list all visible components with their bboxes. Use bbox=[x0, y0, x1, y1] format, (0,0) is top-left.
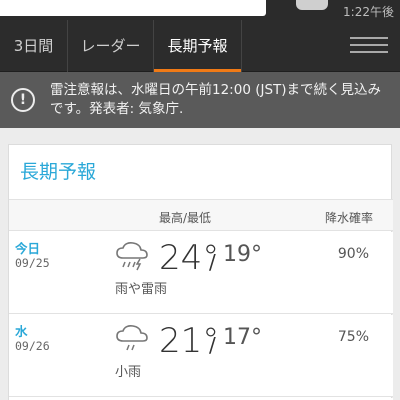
temp-divider: / bbox=[209, 333, 216, 357]
thunder-rain-icon bbox=[116, 242, 148, 271]
tab-radar[interactable]: レーダー bbox=[68, 20, 154, 72]
temp-low: 19° bbox=[223, 242, 262, 267]
day-label: 水 bbox=[15, 324, 28, 339]
forecast-header-row: 最高/最低 降水確率 bbox=[9, 199, 393, 231]
search-field[interactable] bbox=[0, 0, 266, 16]
weather-alert-banner[interactable]: ! 雷注意報は、水曜日の午前12:00 (JST)まで続く見込みです。発表者: … bbox=[0, 72, 400, 128]
forecast-row[interactable]: 水 09/26 小雨 21° / 17° 75% bbox=[9, 315, 393, 397]
alert-info-icon: ! bbox=[11, 88, 35, 112]
tab-bar: 3日間 レーダー 長期予報 bbox=[0, 20, 400, 72]
hamburger-menu-icon[interactable] bbox=[350, 37, 388, 55]
location-button[interactable] bbox=[296, 0, 328, 10]
header-hilo: 最高/最低 bbox=[159, 211, 212, 225]
header-pop: 降水確率 bbox=[324, 211, 373, 225]
day-label: 今日 bbox=[15, 241, 41, 256]
day-date: 09/25 bbox=[15, 256, 50, 270]
condition-text: 雨や雷雨 bbox=[115, 282, 168, 297]
forecast-row[interactable]: 今日 09/25 雨や雷雨 24° / 19° 90% bbox=[9, 232, 393, 314]
tab-long-range[interactable]: 長期予報 bbox=[154, 20, 242, 72]
card-title: 長期予報 bbox=[20, 161, 97, 183]
forecast-card: 長期予報 最高/最低 降水確率 今日 09/25 雨や雷雨 24° / 19° … bbox=[8, 144, 393, 400]
tab-3day[interactable]: 3日間 bbox=[0, 20, 68, 72]
precip-chance: 75% bbox=[337, 329, 369, 345]
precip-chance: 90% bbox=[337, 246, 369, 262]
temp-low: 17° bbox=[223, 325, 262, 350]
tab-long-range-label: 長期予報 bbox=[167, 37, 228, 55]
main-content: 長期予報 最高/最低 降水確率 今日 09/25 雨や雷雨 24° / 19° … bbox=[0, 128, 400, 400]
condition-text: 小雨 bbox=[115, 365, 142, 380]
alert-text: 雷注意報は、水曜日の午前12:00 (JST)まで続く見込みです。発表者: 気象… bbox=[50, 82, 382, 117]
day-date: 09/26 bbox=[15, 339, 50, 353]
temp-divider: / bbox=[209, 250, 216, 274]
top-bar: 1:22午後 bbox=[0, 0, 400, 20]
light-rain-icon bbox=[116, 325, 148, 351]
clock-time: 1:22午後 bbox=[343, 5, 394, 19]
